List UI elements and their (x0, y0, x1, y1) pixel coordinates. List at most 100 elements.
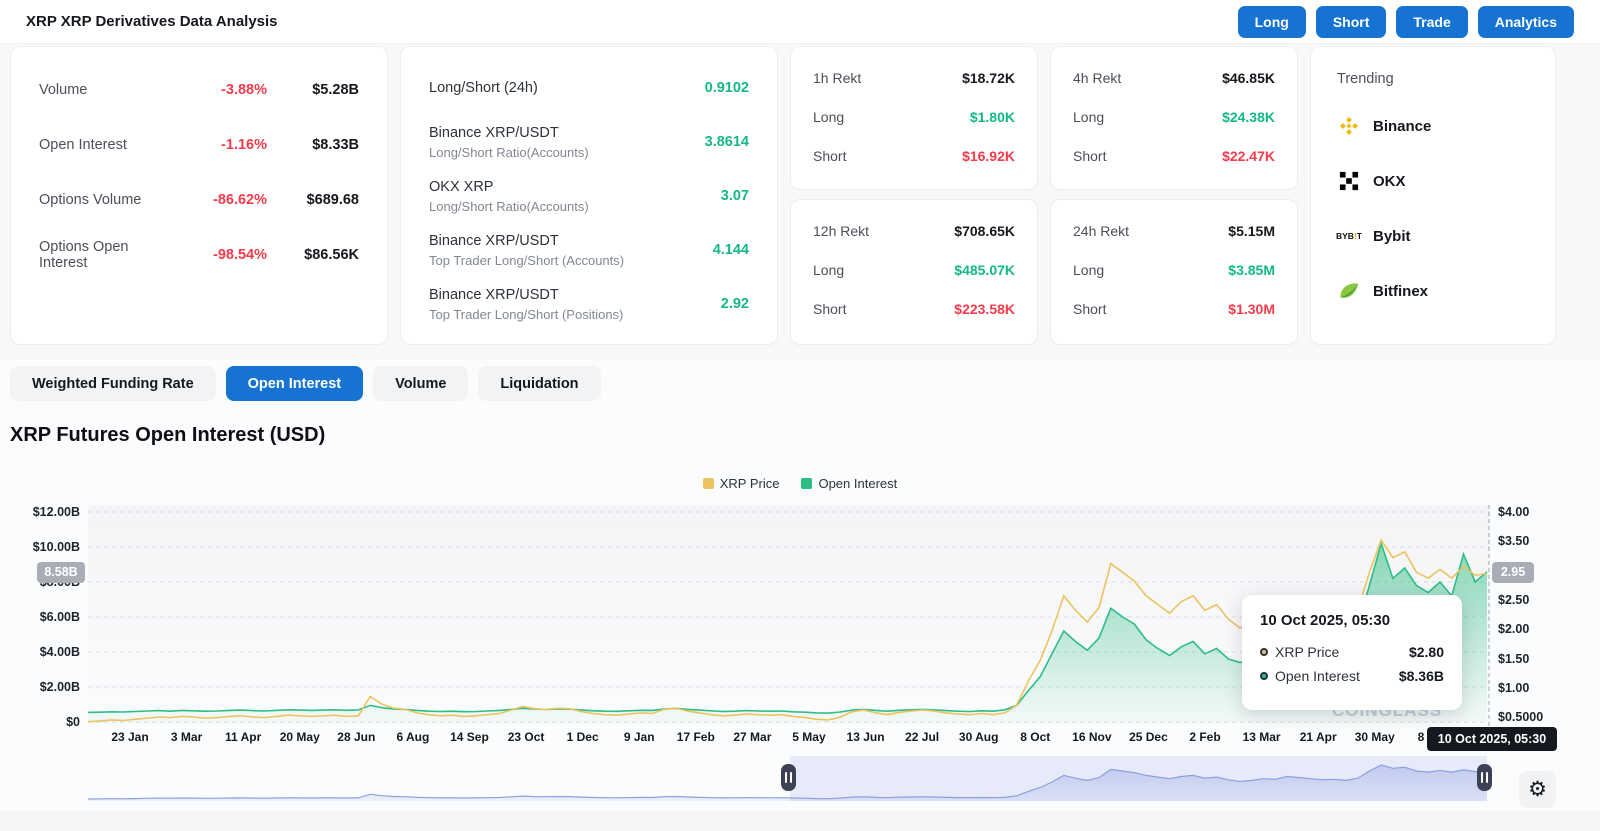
x-axis-tick: 9 Jan (624, 730, 655, 744)
long-short-ratio-card: Long/Short (24h) 0.9102 Binance XRP/USDT… (400, 46, 778, 345)
x-axis-tick: 5 May (792, 730, 825, 744)
left-axis-tick: $6.00B (4, 610, 80, 624)
ratio-label: Binance XRP/USDT (429, 233, 713, 249)
ratio-row: Binance XRP/USDT Top Trader Long/Short (… (429, 285, 749, 323)
market-stats-card: Volume -3.88% $5.28B Open Interest -1.16… (10, 46, 388, 345)
navigator-right-handle[interactable] (1477, 764, 1492, 791)
trending-item-bybit[interactable]: BYB!T Bybit (1337, 223, 1529, 249)
ratio-value: 3.8614 (705, 134, 749, 150)
chart-settings-gear-icon[interactable]: ⚙ (1519, 771, 1556, 808)
price-current-badge: 2.95 (1492, 562, 1534, 583)
legend-label: XRP Price (720, 476, 780, 491)
x-axis-tick: 30 May (1355, 730, 1395, 744)
x-axis-tick: 17 Feb (677, 730, 715, 744)
x-axis: 23 Jan3 Mar11 Apr20 May28 Jun6 Aug14 Sep… (0, 730, 1600, 746)
x-axis-tick: 27 Mar (733, 730, 771, 744)
x-axis-tick: 16 Nov (1072, 730, 1111, 744)
chart-tooltip: 10 Oct 2025, 05:30 XRP Price $2.80 Open … (1242, 595, 1462, 710)
tooltip-row-price: XRP Price $2.80 (1260, 644, 1444, 660)
long-button[interactable]: Long (1238, 6, 1306, 38)
tab-weighted-funding-rate[interactable]: Weighted Funding Rate (10, 366, 216, 401)
trending-card: Trending Binance OKX BYB!T Bybit Bitfine… (1310, 46, 1556, 345)
tab-volume[interactable]: Volume (373, 366, 468, 401)
tooltip-date: 10 Oct 2025, 05:30 (1260, 612, 1444, 629)
trending-exchange-name: Bybit (1373, 228, 1411, 245)
trending-item-okx[interactable]: OKX (1337, 168, 1529, 194)
tab-liquidation[interactable]: Liquidation (478, 366, 600, 401)
stat-value: $8.33B (267, 137, 359, 153)
trending-exchange-name: Bitfinex (1373, 283, 1428, 300)
x-axis-tick: 30 Aug (959, 730, 999, 744)
ratio-label: Long/Short (24h) (429, 80, 705, 96)
ratio-sublabel: Top Trader Long/Short (Positions) (429, 307, 721, 322)
x-axis-tick: 6 Aug (396, 730, 429, 744)
x-axis-tick: 20 May (280, 730, 320, 744)
tab-open-interest[interactable]: Open Interest (226, 366, 363, 401)
rekt-card-1h: 1h Rekt$18.72K Long$1.80K Short$16.92K (790, 46, 1038, 190)
left-axis-tick: $4.00B (4, 645, 80, 659)
ratio-value: 2.92 (721, 296, 749, 312)
legend-label: Open Interest (818, 476, 897, 491)
rekt-long-value: $485.07K (954, 262, 1015, 278)
rekt-total: $46.85K (1222, 70, 1275, 86)
rekt-short-label: Short (1073, 301, 1106, 317)
navigator-left-handle[interactable] (781, 764, 796, 791)
open-interest-dot-icon (1260, 672, 1268, 680)
navigator-selected-range[interactable] (790, 756, 1487, 801)
rekt-short-label: Short (813, 301, 846, 317)
ratio-label: OKX XRP (429, 179, 721, 195)
x-axis-tick: 2 Feb (1189, 730, 1220, 744)
x-axis-tick: 11 Apr (225, 730, 261, 744)
header-buttons: Long Short Trade Analytics (1238, 6, 1574, 38)
bitfinex-icon (1337, 279, 1361, 303)
page-title: XRP XRP Derivatives Data Analysis (26, 13, 278, 30)
rekt-short-value: $223.58K (954, 301, 1015, 317)
short-button[interactable]: Short (1316, 6, 1387, 38)
stat-value: $86.56K (267, 247, 359, 263)
ratio-sublabel: Long/Short Ratio(Accounts) (429, 145, 705, 160)
stat-change: -1.16% (175, 137, 267, 153)
rekt-long-value: $1.80K (970, 109, 1015, 125)
left-axis-tick: $0 (4, 715, 80, 729)
x-axis-tick: 13 Jun (847, 730, 885, 744)
rekt-total: $5.15M (1228, 223, 1275, 239)
left-axis-tick: $2.00B (4, 680, 80, 694)
x-axis-tick: 13 Mar (1243, 730, 1281, 744)
x-axis-tick: 8 Oct (1020, 730, 1050, 744)
stat-label: Options Volume (39, 192, 175, 208)
stat-value: $5.28B (267, 82, 359, 98)
legend-open-interest[interactable]: Open Interest (801, 476, 897, 491)
xrp-price-swatch (703, 478, 714, 489)
trade-button[interactable]: Trade (1396, 6, 1467, 38)
legend-xrp-price[interactable]: XRP Price (703, 476, 780, 491)
rekt-title: 12h Rekt (813, 223, 869, 239)
ratio-sublabel: Top Trader Long/Short (Accounts) (429, 253, 713, 268)
right-axis-tick: $2.00 (1498, 622, 1568, 636)
trending-item-bitfinex[interactable]: Bitfinex (1337, 278, 1529, 304)
left-axis-tick: $10.00B (4, 540, 80, 554)
trending-item-binance[interactable]: Binance (1337, 113, 1529, 139)
ratio-value: 3.07 (721, 188, 749, 204)
stat-row-volume: Volume -3.88% $5.28B (39, 71, 359, 109)
stat-label: Volume (39, 82, 175, 98)
x-axis-tick: 23 Oct (508, 730, 545, 744)
tooltip-series-name: XRP Price (1275, 644, 1402, 660)
stat-row-open-interest: Open Interest -1.16% $8.33B (39, 126, 359, 164)
x-axis-tick: 25 Dec (1129, 730, 1168, 744)
tooltip-row-open-interest: Open Interest $8.36B (1260, 668, 1444, 684)
ratio-label: Binance XRP/USDT (429, 287, 721, 303)
left-axis-tick: $12.00B (4, 505, 80, 519)
rekt-title: 4h Rekt (1073, 70, 1121, 86)
x-axis-tick: 22 Jul (905, 730, 939, 744)
tooltip-series-value: $8.36B (1399, 668, 1444, 684)
x-axis-tick: 21 Apr (1300, 730, 1337, 744)
rekt-long-label: Long (1073, 262, 1104, 278)
rekt-total: $18.72K (962, 70, 1015, 86)
header: XRP XRP Derivatives Data Analysis Long S… (0, 0, 1600, 44)
hover-date-badge: 10 Oct 2025, 05:30 (1427, 727, 1557, 751)
open-interest-current-badge: 8.58B (37, 562, 85, 583)
okx-icon (1337, 169, 1361, 193)
stat-change: -98.54% (175, 247, 267, 263)
analytics-button[interactable]: Analytics (1478, 6, 1574, 38)
x-axis-tick: 23 Jan (111, 730, 148, 744)
